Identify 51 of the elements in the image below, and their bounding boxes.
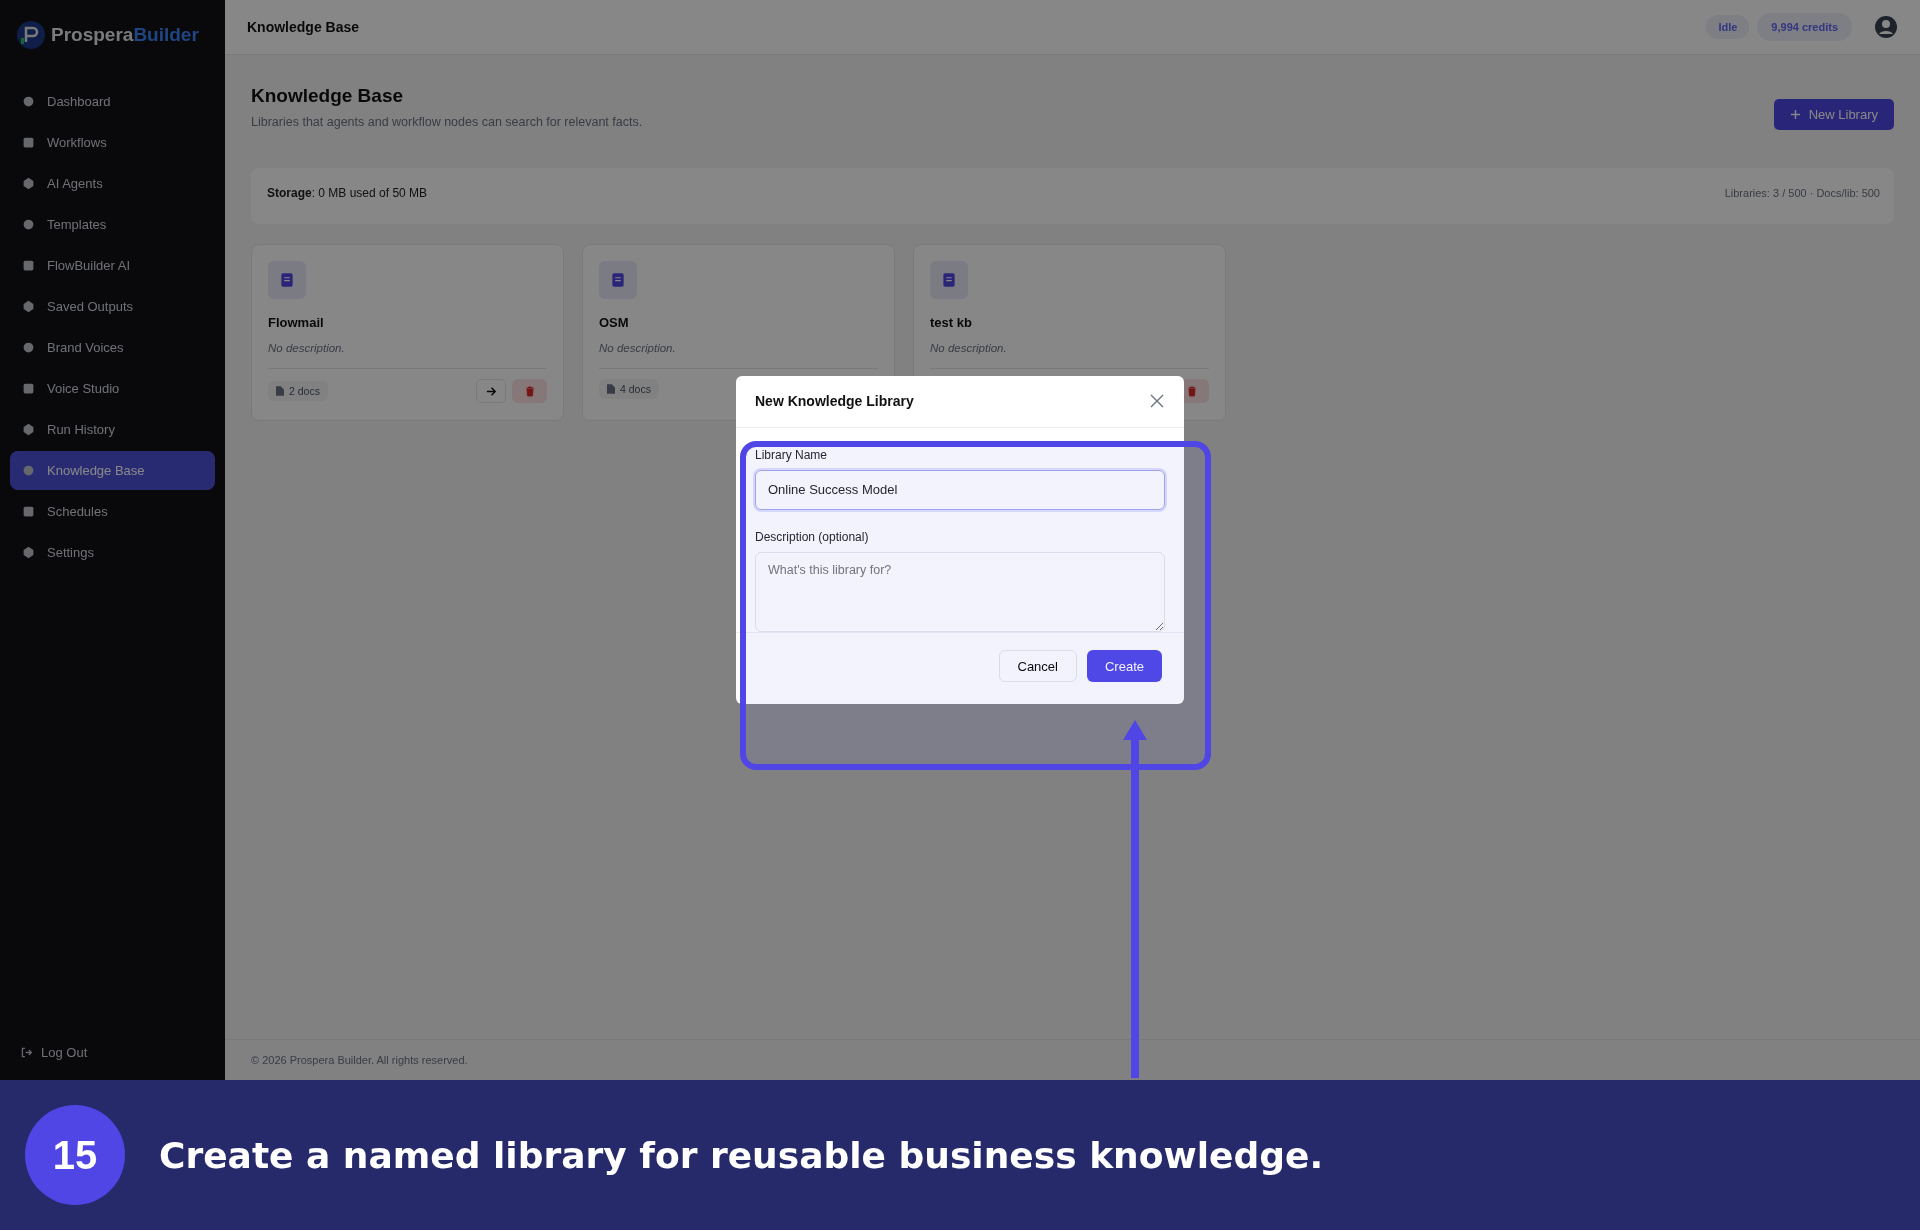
sidebar-item[interactable]: AI Agents [10, 164, 215, 203]
sidebar-item[interactable]: Schedules [10, 492, 215, 531]
trash-icon [1185, 385, 1198, 397]
storage-usage: Storage: 0 MB used of 50 MB [267, 186, 428, 200]
dialog-title: New Knowledge Library [755, 393, 914, 410]
sidebar-item[interactable]: FlowBuilder AI [10, 246, 215, 285]
sidebar-item[interactable]: Dashboard [10, 82, 215, 121]
sidebar-item[interactable]: Run History [10, 410, 215, 449]
caption-text: Create a named library for reusable business knowledge. [159, 1134, 1324, 1176]
field-label: Library Name [755, 447, 829, 462]
sidebar-item[interactable]: Saved Outputs [10, 287, 215, 326]
docs-count: 4 docs [599, 379, 659, 399]
brand-name: Prospera [51, 24, 134, 46]
library-name: Flowmail [268, 315, 325, 330]
docs-count: 2 docs [268, 381, 328, 401]
logout-icon [20, 1046, 33, 1059]
description-field[interactable]: What's this library for? [755, 551, 1165, 632]
document-icon [276, 386, 284, 396]
sidebar-item[interactable]: Templates [10, 205, 215, 244]
page-title: Knowledge Base [251, 85, 405, 107]
step-number: 15 [25, 1105, 125, 1205]
logout-link[interactable]: Log Out [10, 1045, 215, 1060]
sidebar-item[interactable]: Knowledge Base [10, 451, 215, 490]
document-icon [607, 384, 615, 394]
plus-icon [1789, 109, 1801, 120]
open-button[interactable] [476, 379, 506, 403]
sidebar-item[interactable]: Voice Studio [10, 369, 215, 408]
create-button[interactable]: Create [1086, 650, 1162, 683]
status-pill: Idle [1706, 15, 1750, 39]
sidebar-item[interactable]: Brand Voices [10, 328, 215, 367]
library-name: test kb [930, 315, 973, 330]
field-label: Description (optional) [755, 529, 870, 544]
credits-pill[interactable]: 9,994 credits [1757, 13, 1852, 41]
page-subtitle: Libraries that agents and workflow nodes can search for relevant facts. [251, 115, 643, 129]
logo-icon [16, 20, 46, 50]
sidebar-item[interactable]: Settings [10, 533, 215, 572]
library-description: No description. [599, 342, 677, 354]
library-name-field[interactable]: Online Success Model [755, 469, 1165, 510]
copyright-text: © 2026 Prospera Builder. All rights reserved. [251, 1054, 468, 1066]
topbar-title: Knowledge Base [247, 19, 360, 35]
brand-name: Builder [133, 24, 199, 46]
library-name: OSM [599, 315, 630, 330]
trash-icon [523, 385, 536, 397]
cancel-button[interactable]: Cancel [998, 650, 1077, 683]
library-description: No description. [930, 342, 1008, 354]
arrow-right-icon [485, 385, 497, 397]
new-library-button[interactable]: New Library [1773, 99, 1894, 130]
sidebar-item[interactable]: Workflows [10, 123, 215, 162]
avatar-icon[interactable] [1874, 15, 1898, 39]
library-description: No description. [268, 342, 346, 354]
storage-limits: Libraries: 3 / 500 · Docs/lib: 500 [1724, 187, 1880, 199]
